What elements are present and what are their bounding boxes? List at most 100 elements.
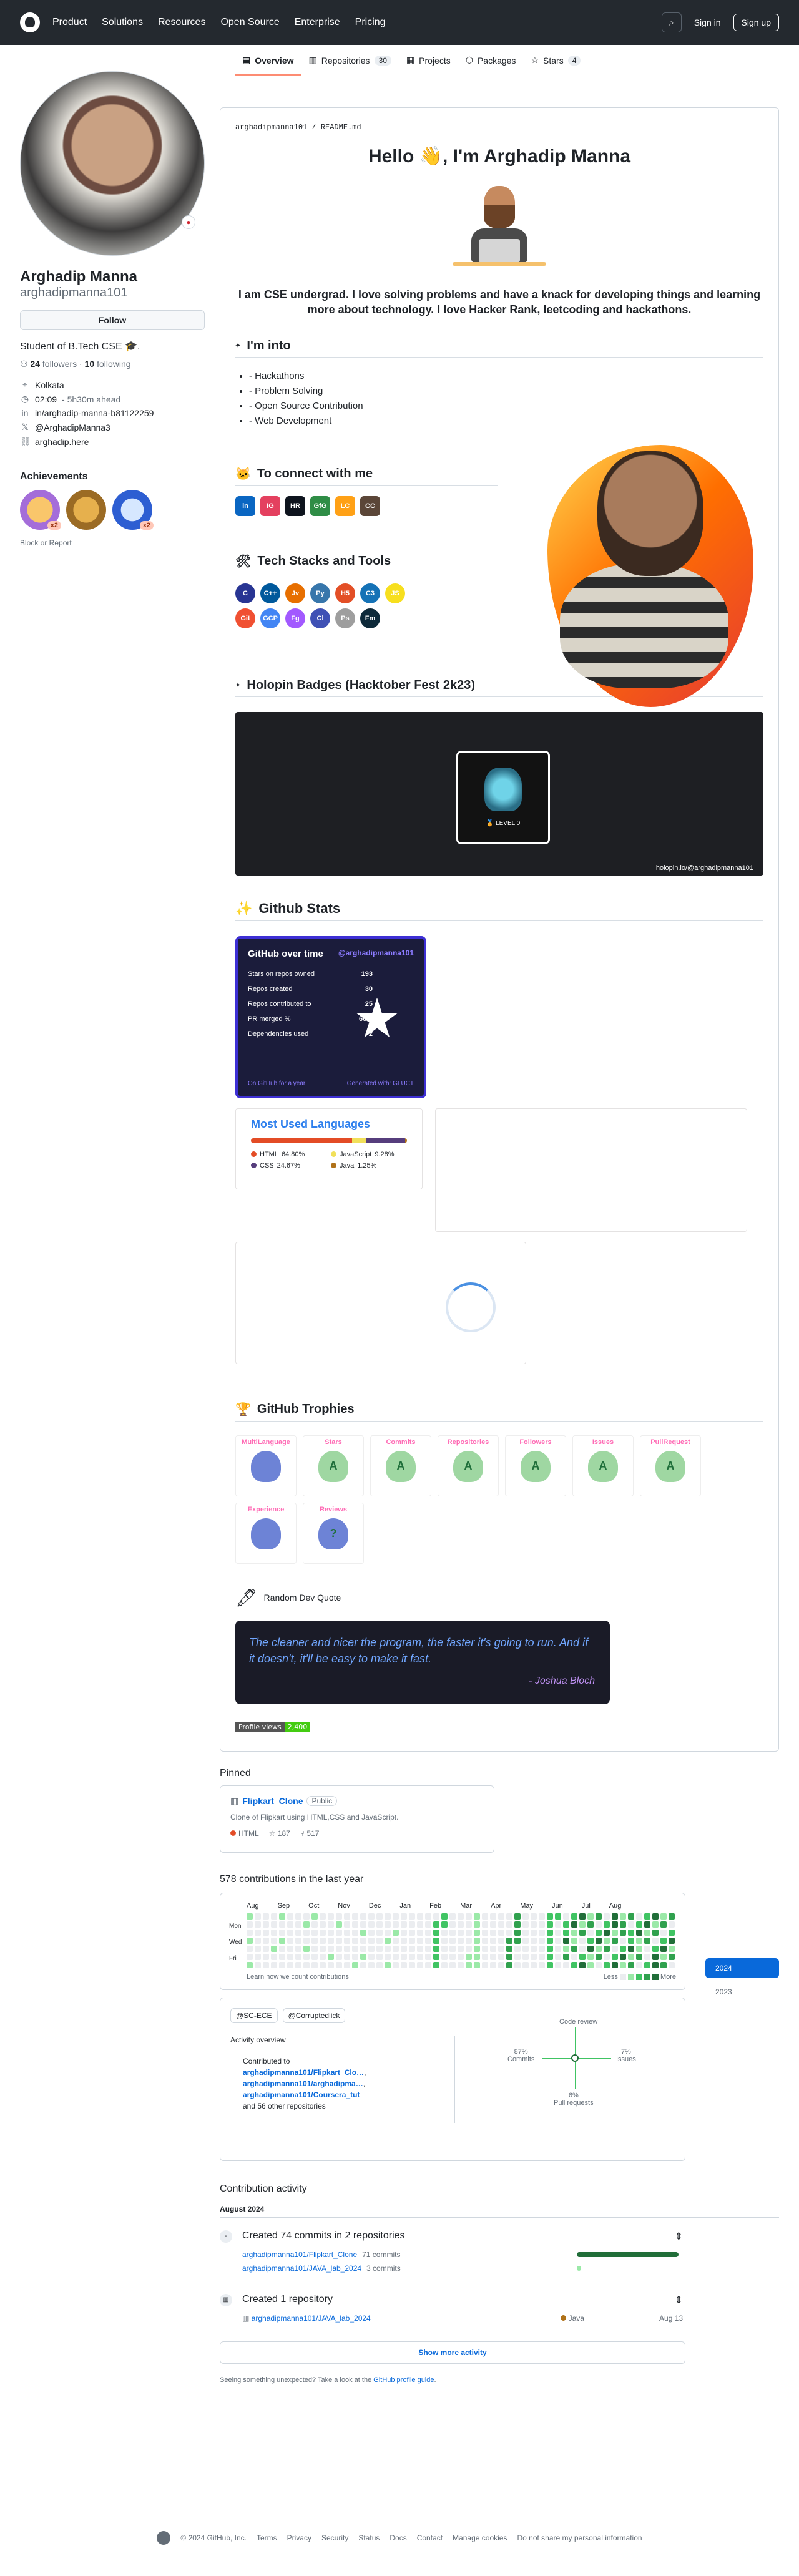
calendar-day[interactable] [328, 1921, 334, 1928]
calendar-day[interactable] [368, 1937, 375, 1944]
calendar-day[interactable] [409, 1937, 415, 1944]
calendar-day[interactable] [522, 1961, 529, 1968]
calendar-day[interactable] [482, 1945, 488, 1952]
calendar-day[interactable] [669, 1945, 675, 1952]
calendar-day[interactable] [449, 1953, 456, 1960]
calendar-day[interactable] [255, 1921, 261, 1928]
calendar-day[interactable] [644, 1937, 650, 1944]
calendar-day[interactable] [547, 1937, 553, 1944]
calendar-day[interactable] [644, 1913, 650, 1920]
calendar-day[interactable] [466, 1921, 472, 1928]
calendar-day[interactable] [612, 1913, 618, 1920]
calendar-day[interactable] [441, 1945, 448, 1952]
calendar-day[interactable] [320, 1961, 326, 1968]
calendar-day[interactable] [336, 1929, 342, 1936]
calendar-day[interactable] [466, 1937, 472, 1944]
calendar-day[interactable] [393, 1961, 399, 1968]
overview-repo-link[interactable]: arghadipmanna101/Coursera_tut [243, 2091, 360, 2099]
twitter-link[interactable]: @ArghadipManna3 [35, 422, 110, 432]
calendar-day[interactable] [490, 1913, 496, 1920]
event-repo-link[interactable]: arghadipmanna101/Flipkart_Clone [242, 2250, 357, 2259]
show-more-button[interactable]: Show more activity [220, 2341, 685, 2364]
calendar-day[interactable] [263, 1953, 269, 1960]
calendar-day[interactable] [652, 1945, 659, 1952]
calendar-day[interactable] [612, 1961, 618, 1968]
calendar-day[interactable] [636, 1961, 642, 1968]
calendar-day[interactable] [555, 1921, 561, 1928]
calendar-day[interactable] [579, 1929, 586, 1936]
calendar-day[interactable] [506, 1921, 512, 1928]
calendar-day[interactable] [417, 1921, 423, 1928]
calendar-day[interactable] [328, 1953, 334, 1960]
org-filter[interactable]: @Corruptedlick [282, 2008, 346, 2023]
calendar-day[interactable] [417, 1913, 423, 1920]
calendar-day[interactable] [393, 1913, 399, 1920]
calendar-day[interactable] [352, 1945, 358, 1952]
calendar-day[interactable] [320, 1913, 326, 1920]
calendar-day[interactable] [328, 1937, 334, 1944]
calendar-day[interactable] [303, 1953, 310, 1960]
calendar-day[interactable] [596, 1953, 602, 1960]
calendar-day[interactable] [320, 1953, 326, 1960]
calendar-day[interactable] [531, 1921, 537, 1928]
calendar-day[interactable] [449, 1937, 456, 1944]
calendar-day[interactable] [425, 1937, 431, 1944]
calendar-day[interactable] [482, 1913, 488, 1920]
calendar-day[interactable] [303, 1913, 310, 1920]
calendar-day[interactable] [571, 1945, 577, 1952]
footer-link[interactable]: Docs [390, 2534, 406, 2542]
calendar-day[interactable] [344, 1953, 350, 1960]
calendar-day[interactable] [360, 1921, 366, 1928]
following-count[interactable]: 10 [85, 359, 95, 369]
calendar-day[interactable] [449, 1921, 456, 1928]
calendar-day[interactable] [498, 1937, 504, 1944]
calendar-day[interactable] [344, 1913, 350, 1920]
calendar-day[interactable] [587, 1913, 594, 1920]
calendar-day[interactable] [539, 1929, 545, 1936]
calendar-day[interactable] [596, 1961, 602, 1968]
calendar-day[interactable] [295, 1929, 301, 1936]
calendar-day[interactable] [458, 1929, 464, 1936]
calendar-day[interactable] [466, 1953, 472, 1960]
calendar-day[interactable] [644, 1929, 650, 1936]
calendar-day[interactable] [620, 1945, 626, 1952]
nav-product[interactable]: Product [52, 17, 87, 28]
calendar-day[interactable] [255, 1937, 261, 1944]
tab-repositories[interactable]: ▥ Repositories 30 [301, 55, 399, 76]
calendar-day[interactable] [368, 1913, 375, 1920]
calendar-day[interactable] [620, 1921, 626, 1928]
calendar-day[interactable] [531, 1937, 537, 1944]
calendar-day[interactable] [490, 1937, 496, 1944]
calendar-day[interactable] [352, 1913, 358, 1920]
calendar-day[interactable] [474, 1921, 480, 1928]
calendar-day[interactable] [474, 1945, 480, 1952]
calendar-day[interactable] [620, 1929, 626, 1936]
footer-link[interactable]: Do not share my personal information [517, 2534, 642, 2542]
calendar-day[interactable] [303, 1937, 310, 1944]
calendar-day[interactable] [539, 1921, 545, 1928]
calendar-day[interactable] [336, 1953, 342, 1960]
footer-link[interactable]: Manage cookies [453, 2534, 507, 2542]
achievement-badge-pull-shark[interactable]: x2 [20, 490, 61, 530]
calendar-day[interactable] [563, 1929, 569, 1936]
calendar-day[interactable] [498, 1929, 504, 1936]
calendar-day[interactable] [344, 1929, 350, 1936]
calendar-day[interactable] [531, 1913, 537, 1920]
calendar-day[interactable] [522, 1929, 529, 1936]
calendar-day[interactable] [425, 1953, 431, 1960]
calendar-day[interactable] [458, 1913, 464, 1920]
tab-projects[interactable]: ▦ Projects [399, 55, 458, 76]
calendar-day[interactable] [433, 1929, 439, 1936]
calendar-day[interactable] [539, 1913, 545, 1920]
calendar-day[interactable] [571, 1937, 577, 1944]
calendar-day[interactable] [498, 1913, 504, 1920]
calendar-day[interactable] [336, 1921, 342, 1928]
calendar-day[interactable] [360, 1937, 366, 1944]
calendar-day[interactable] [620, 1953, 626, 1960]
calendar-day[interactable] [417, 1937, 423, 1944]
calendar-day[interactable] [458, 1961, 464, 1968]
calendar-day[interactable] [303, 1945, 310, 1952]
calendar-day[interactable] [482, 1953, 488, 1960]
calendar-day[interactable] [604, 1961, 610, 1968]
calendar-day[interactable] [287, 1945, 293, 1952]
